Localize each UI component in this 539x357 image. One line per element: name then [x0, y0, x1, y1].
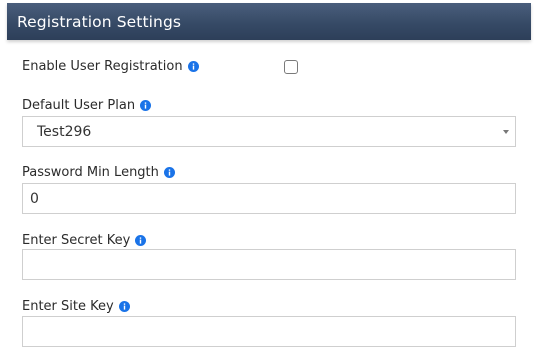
default-plan-select[interactable]: Test296 — [22, 116, 516, 147]
registration-settings-panel: Registration Settings Enable User Regist… — [0, 0, 539, 357]
enable-registration-checkbox[interactable] — [284, 60, 298, 74]
panel-header: Registration Settings — [7, 3, 531, 40]
site-key-label: Enter Site Key — [22, 299, 114, 314]
default-plan-label: Default User Plan — [22, 98, 136, 113]
password-min-length-input[interactable]: 0 — [22, 183, 516, 214]
info-icon[interactable] — [135, 235, 147, 246]
enable-registration-label: Enable User Registration — [22, 59, 183, 74]
default-plan-selected-value: Test296 — [37, 123, 92, 140]
info-icon[interactable] — [163, 167, 175, 178]
password-min-length-value: 0 — [30, 190, 39, 207]
info-icon[interactable] — [118, 301, 130, 312]
default-plan-label-row: Default User Plan — [22, 98, 152, 113]
secret-key-input[interactable] — [22, 249, 516, 280]
site-key-label-row: Enter Site Key — [22, 299, 130, 314]
secret-key-label: Enter Secret Key — [22, 233, 131, 248]
password-min-length-label: Password Min Length — [22, 165, 159, 180]
chevron-down-icon — [503, 130, 509, 134]
enable-registration-label-row: Enable User Registration — [22, 59, 199, 74]
info-icon[interactable] — [187, 61, 199, 72]
site-key-input[interactable] — [22, 316, 516, 347]
password-min-length-label-row: Password Min Length — [22, 165, 175, 180]
secret-key-label-row: Enter Secret Key — [22, 233, 147, 248]
info-icon[interactable] — [140, 100, 152, 111]
panel-title: Registration Settings — [17, 12, 182, 31]
